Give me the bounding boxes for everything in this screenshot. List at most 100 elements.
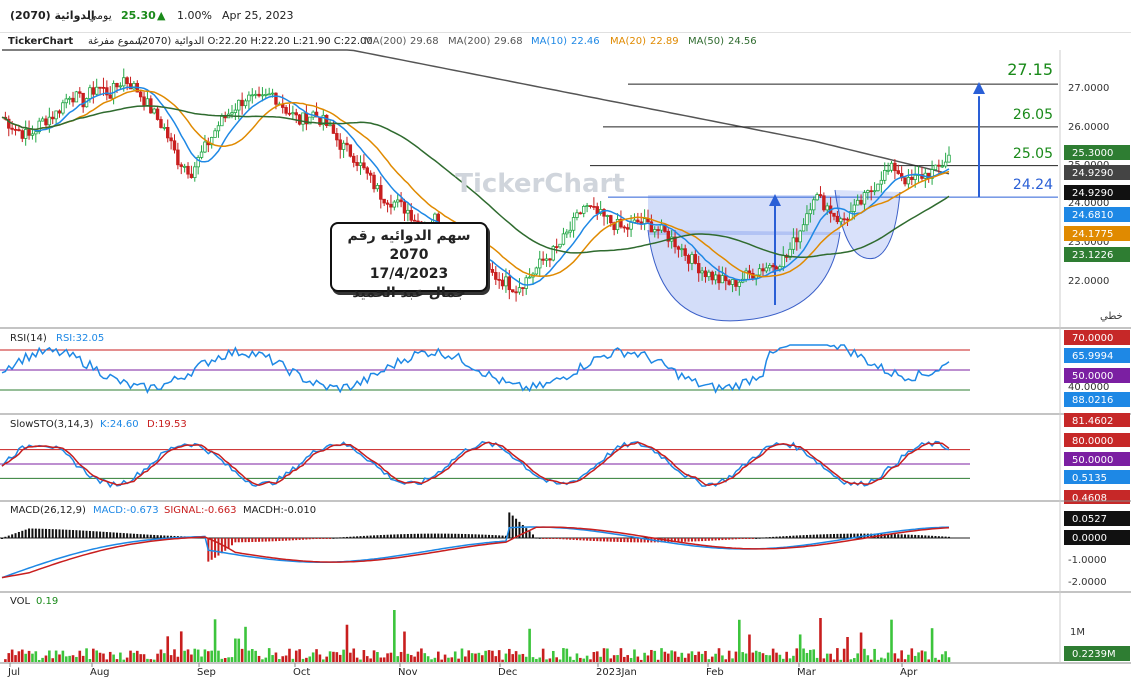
volume-bar xyxy=(193,648,197,662)
volume-bar xyxy=(423,653,427,662)
volume-bar xyxy=(467,650,471,662)
volume-bar xyxy=(738,619,741,662)
macd-hist-bar xyxy=(31,528,34,538)
candle xyxy=(713,274,718,281)
volume-bar xyxy=(545,659,548,662)
candle xyxy=(845,218,850,221)
volume-bar xyxy=(633,649,636,662)
candle xyxy=(47,116,52,126)
volume-bar xyxy=(771,648,775,662)
scale-mode-label[interactable]: خطي xyxy=(1100,311,1123,322)
candle xyxy=(101,86,106,89)
volume-bar xyxy=(234,638,237,662)
macd-hist-bar xyxy=(295,538,298,541)
volume-bar xyxy=(832,659,836,662)
volume-bar xyxy=(575,653,579,662)
volume-bar xyxy=(565,648,569,662)
volume-bar xyxy=(900,650,903,662)
volume-bar xyxy=(589,659,592,662)
macd-hist-bar xyxy=(241,538,244,543)
volume-bar xyxy=(220,658,224,662)
volume-bar xyxy=(839,659,843,662)
macd-hist-bar xyxy=(335,537,338,539)
candle xyxy=(582,206,586,214)
annotation-line-1: سهم الدوائيه رقم 2070 xyxy=(347,228,471,263)
macd-hist-bar xyxy=(55,529,58,538)
candle xyxy=(23,129,28,139)
volume-bar xyxy=(318,654,322,662)
volume-bar xyxy=(744,653,748,662)
volume-bar xyxy=(247,650,251,662)
candle xyxy=(883,169,887,181)
macd-hist-bar xyxy=(711,538,714,541)
macd-hist-bar xyxy=(467,534,470,538)
candle xyxy=(717,274,721,284)
volume-bar xyxy=(856,653,859,662)
macd-hist-bar xyxy=(917,535,920,538)
candle xyxy=(122,77,126,87)
chart-canvas[interactable]: TickerChart 27.15 26.05 25.05 24.24 27.0… xyxy=(0,0,1131,678)
volume-bar xyxy=(365,656,369,662)
macd-hist-bar xyxy=(531,534,534,538)
macd-hist-bar xyxy=(900,534,903,538)
macd-hist-bar xyxy=(778,536,781,538)
volume-bar xyxy=(677,656,680,662)
volume-bar xyxy=(927,659,931,662)
volume-bar xyxy=(754,650,758,662)
candle xyxy=(514,291,518,294)
volume-bar xyxy=(369,658,372,662)
candle xyxy=(727,280,731,285)
macd-hist-bar xyxy=(812,534,815,538)
candle xyxy=(697,263,701,274)
macd-hist-bar xyxy=(115,532,118,538)
volume-bar xyxy=(940,654,944,662)
volume-bar xyxy=(464,656,467,662)
candle xyxy=(115,83,119,88)
macd-hist-bar xyxy=(230,538,233,546)
candle xyxy=(260,94,265,97)
macd-hist-bar xyxy=(477,534,480,538)
candle xyxy=(142,96,146,106)
candle xyxy=(544,258,549,261)
volume-bar xyxy=(626,655,629,662)
volume-bar xyxy=(447,657,450,662)
level-label-4: 24.24 xyxy=(1013,177,1053,193)
volume-bar xyxy=(724,659,728,662)
candle xyxy=(676,246,681,250)
candle xyxy=(138,91,143,98)
volume-bar xyxy=(254,650,257,662)
volume-bar xyxy=(802,648,805,662)
macd-hist-bar xyxy=(792,535,795,538)
macd-hist-bar xyxy=(329,538,332,539)
candle xyxy=(189,173,194,179)
macd-hist-bar xyxy=(349,536,352,538)
macd-hist-bar xyxy=(569,538,572,540)
macd-hist-bar xyxy=(366,535,369,538)
volume-bar xyxy=(436,651,440,662)
volume-bar xyxy=(619,648,623,662)
macd-hist-bar xyxy=(413,533,416,538)
volume-bar xyxy=(237,638,241,662)
volume-bar xyxy=(853,658,856,662)
macd-hist-bar xyxy=(836,533,839,538)
volume-bar xyxy=(14,655,17,662)
candle xyxy=(297,114,302,125)
macd-hist-bar xyxy=(765,537,768,539)
volume-bar xyxy=(606,648,609,662)
candle xyxy=(176,149,180,166)
candle xyxy=(876,183,880,192)
candle xyxy=(118,85,123,88)
volume-bar xyxy=(623,656,626,662)
price-tick-27: 27.0000 xyxy=(1068,83,1109,94)
volume-bar xyxy=(203,649,207,662)
macd-title: MACD(26,12,9) xyxy=(10,505,86,516)
macd-hist-bar xyxy=(833,533,836,538)
macd-hist-bar xyxy=(427,533,430,538)
candle xyxy=(622,226,627,229)
candle xyxy=(568,229,572,233)
candle xyxy=(223,116,227,119)
volume-bar xyxy=(934,657,937,662)
macd-hist-bar xyxy=(562,538,565,540)
volume-bar xyxy=(568,656,572,662)
candle xyxy=(274,92,278,105)
